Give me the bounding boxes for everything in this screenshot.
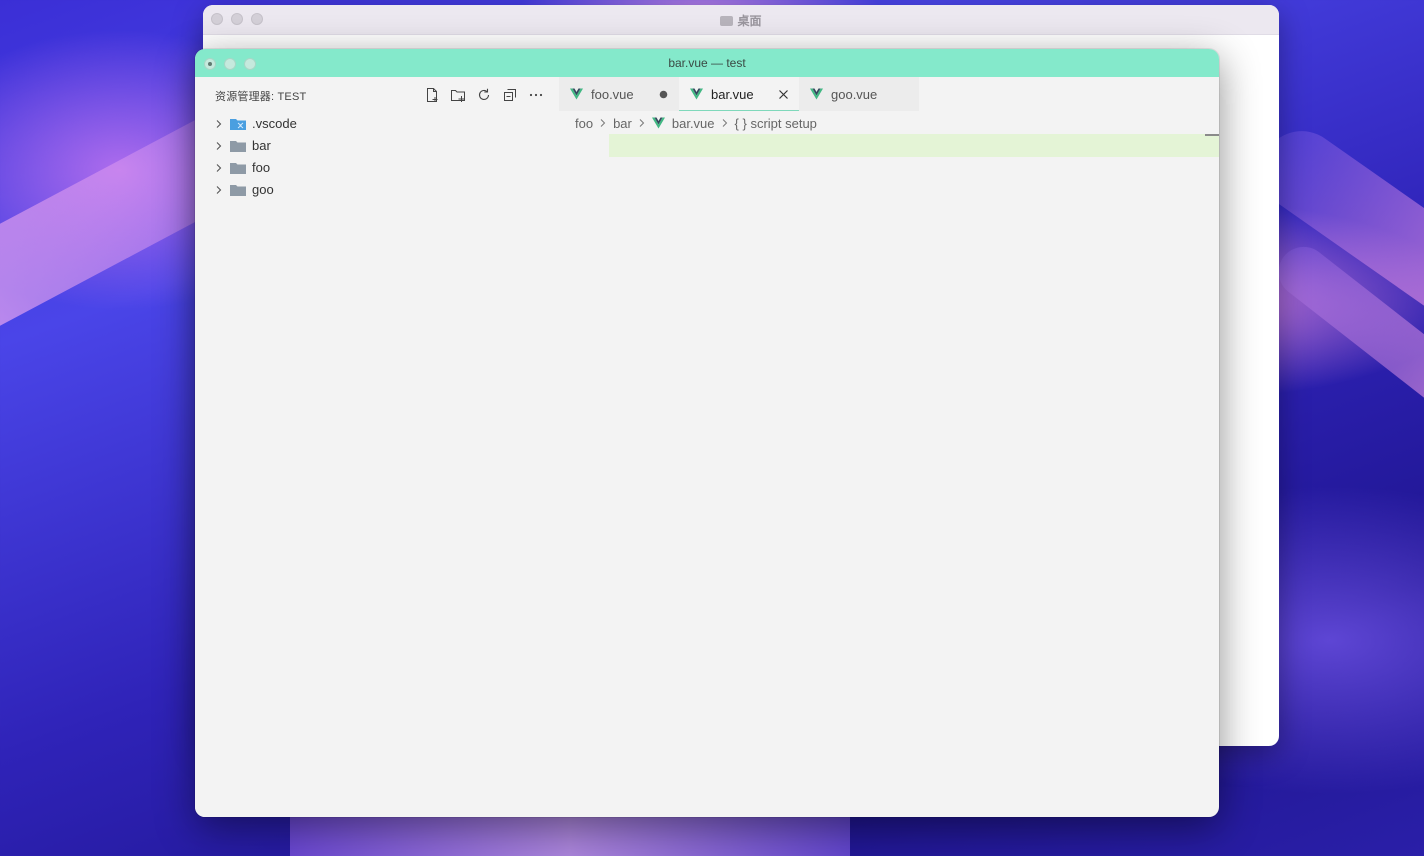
- tab-label: foo.vue: [591, 86, 634, 102]
- vue-icon: [570, 88, 583, 100]
- folder-icon: [230, 162, 246, 174]
- tree-item-label: bar: [252, 138, 271, 153]
- chevron-right-icon: [598, 118, 608, 128]
- chevron-right-icon[interactable]: [212, 139, 226, 153]
- folder-icon: [230, 184, 246, 196]
- tree-item-label: .vscode: [252, 116, 297, 131]
- current-line-highlight[interactable]: [609, 134, 1219, 157]
- chevron-right-icon: [720, 118, 730, 128]
- collapse-all-icon[interactable]: [501, 86, 519, 104]
- editor-tabs: foo.vue bar.vue goo.vue: [559, 77, 919, 111]
- chevron-right-icon[interactable]: [212, 117, 226, 131]
- breadcrumb-folder-bar[interactable]: bar: [613, 116, 632, 131]
- tree-item-vscode[interactable]: .vscode: [195, 113, 559, 135]
- scrollbar-marker[interactable]: [1205, 134, 1219, 136]
- folder-icon: [230, 140, 246, 152]
- folder-icon: [720, 16, 734, 26]
- vue-icon: [810, 88, 823, 100]
- tab-label: bar.vue: [711, 86, 754, 102]
- close-icon[interactable]: [773, 89, 793, 100]
- finder-title-text: 桌面: [737, 14, 762, 28]
- chevron-right-icon[interactable]: [212, 183, 226, 197]
- file-tree: .vscode bar foo goo: [195, 113, 559, 201]
- modified-dot-icon[interactable]: [653, 90, 673, 99]
- explorer-title: 资源管理器: TEST: [215, 91, 307, 103]
- breadcrumb-symbol[interactable]: { } script setup: [735, 116, 817, 131]
- vue-icon: [690, 88, 703, 100]
- chevron-right-icon[interactable]: [212, 161, 226, 175]
- tab-label: goo.vue: [831, 86, 878, 102]
- vscode-window[interactable]: bar.vue — test 资源管理器: TEST .vscode bar f…: [195, 49, 1219, 817]
- tree-item-foo[interactable]: foo: [195, 157, 559, 179]
- breadcrumb-folder-foo[interactable]: foo: [575, 116, 593, 131]
- tab-goo-vue[interactable]: goo.vue: [799, 77, 919, 111]
- vue-icon: [651, 117, 665, 129]
- window-title: bar.vue — test: [668, 56, 746, 70]
- vscode-titlebar[interactable]: bar.vue — test: [195, 49, 1219, 77]
- explorer-actions: [423, 86, 545, 104]
- more-icon[interactable]: [527, 86, 545, 104]
- tab-bar-vue[interactable]: bar.vue: [679, 77, 799, 111]
- breadcrumb: foo bar bar.vue { } script setup: [575, 112, 817, 134]
- new-file-icon[interactable]: [423, 86, 441, 104]
- refresh-icon[interactable]: [475, 86, 493, 104]
- tab-foo-vue[interactable]: foo.vue: [559, 77, 679, 111]
- vscode-folder-icon: [230, 118, 246, 130]
- tree-item-label: foo: [252, 160, 271, 175]
- explorer-sidebar: 资源管理器: TEST .vscode bar foo goo: [195, 77, 559, 817]
- tree-item-bar[interactable]: bar: [195, 135, 559, 157]
- finder-titlebar[interactable]: 桌面: [203, 5, 1279, 35]
- tree-item-goo[interactable]: goo: [195, 179, 559, 201]
- breadcrumb-file[interactable]: bar.vue: [672, 116, 715, 131]
- chevron-right-icon: [637, 118, 647, 128]
- finder-title: 桌面: [203, 12, 1279, 29]
- explorer-header: 资源管理器: TEST: [195, 77, 559, 111]
- tree-item-label: goo: [252, 182, 274, 197]
- new-folder-icon[interactable]: [449, 86, 467, 104]
